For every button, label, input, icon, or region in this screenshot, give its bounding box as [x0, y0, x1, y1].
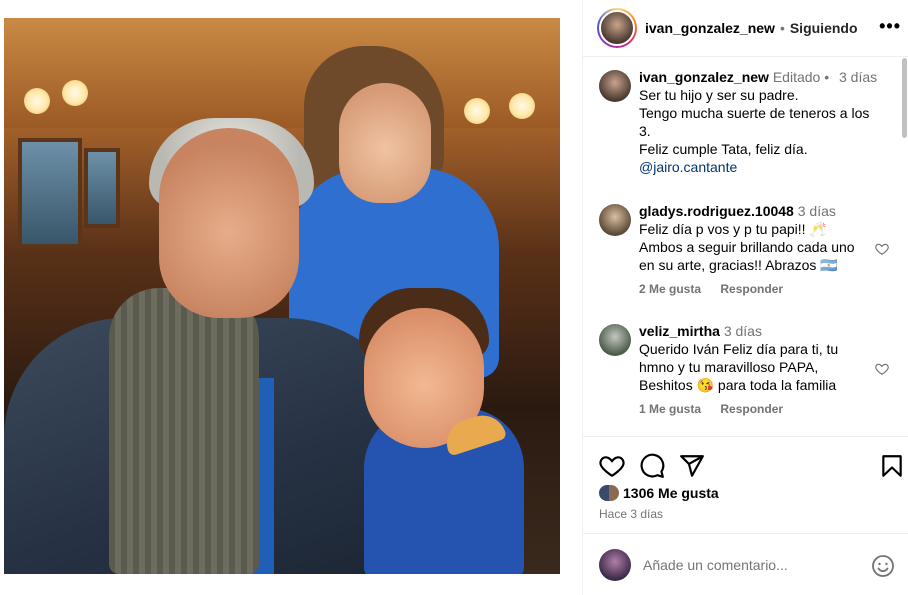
comment-item: gladys.rodriguez.10048 3 días Feliz día …: [599, 202, 899, 302]
comment-time: 3 días: [797, 203, 836, 219]
comment-text: gladys.rodriguez.10048 3 días Feliz día …: [639, 202, 891, 274]
edited-label: Editado: [772, 69, 821, 85]
add-comment-input[interactable]: [643, 557, 863, 573]
scrollbar-thumb[interactable]: [902, 58, 907, 138]
comment-line: Querido Iván Feliz día para ti, tu: [639, 341, 839, 357]
comment-line: en su arte, gracias!! Abrazos 🇦🇷: [639, 257, 838, 273]
photo-window: [84, 148, 120, 228]
current-user-avatar: [599, 549, 631, 581]
add-comment-bar: [583, 533, 908, 595]
like-heart-icon[interactable]: [599, 453, 625, 479]
post-date: Hace 3 días: [599, 507, 664, 521]
photo-figure: [339, 83, 431, 203]
comments-scrollbar[interactable]: [902, 58, 908, 436]
instagram-post-view: ivan_gonzalez_new • Siguiendo ••• ivan_g…: [0, 0, 908, 595]
author-avatar[interactable]: [597, 8, 637, 48]
comment-icon[interactable]: [639, 453, 665, 479]
photo-lamp: [24, 88, 50, 114]
comment-line: Feliz día p vos y p tu papi!! 🥂: [639, 221, 827, 237]
comment-item: veliz_mirtha 3 días Querido Iván Feliz d…: [599, 322, 899, 422]
caption-text: ivan_gonzalez_new Editado • 3 días Ser t…: [639, 68, 891, 176]
commenter-avatar[interactable]: [599, 324, 631, 356]
author-username[interactable]: ivan_gonzalez_new: [645, 20, 775, 36]
photo-figure: [109, 288, 259, 574]
comments-list: ivan_gonzalez_new Editado • 3 días Ser t…: [583, 58, 908, 436]
photo-lamp: [464, 98, 490, 124]
comment-like-count[interactable]: 2 Me gusta: [639, 282, 701, 296]
bookmark-icon[interactable]: [879, 453, 905, 479]
photo-window: [18, 138, 82, 248]
commenter-username[interactable]: gladys.rodriguez.10048: [639, 203, 794, 219]
emoji-icon[interactable]: [871, 554, 895, 578]
more-options-icon[interactable]: •••: [879, 16, 901, 37]
following-button[interactable]: Siguiendo: [790, 20, 858, 36]
post-photo[interactable]: [4, 18, 560, 574]
comment-text: veliz_mirtha 3 días Querido Iván Feliz d…: [639, 322, 891, 394]
commenter-avatar[interactable]: [599, 204, 631, 236]
comment-like-count[interactable]: 1 Me gusta: [639, 402, 701, 416]
photo-lamp: [509, 93, 535, 119]
caption-time: 3 días: [839, 69, 878, 85]
photo-figure: [159, 128, 299, 318]
post-sidebar: ivan_gonzalez_new • Siguiendo ••• ivan_g…: [582, 0, 908, 595]
comment-actions: 2 Me gusta Responder: [639, 282, 799, 296]
mention-link[interactable]: @jairo.cantante: [639, 159, 737, 175]
comment-line: Ambos a seguir brillando cada uno: [639, 239, 855, 255]
comment-like-heart-icon[interactable]: [875, 362, 889, 376]
header-separator: •: [779, 20, 785, 36]
reply-button[interactable]: Responder: [720, 282, 783, 296]
post-header: ivan_gonzalez_new • Siguiendo •••: [583, 0, 908, 57]
caption: ivan_gonzalez_new Editado • 3 días Ser t…: [599, 68, 899, 188]
comment-line: Beshitos 😘 para toda la familia: [639, 377, 837, 393]
photo-lamp: [62, 80, 88, 106]
comment-like-heart-icon[interactable]: [875, 242, 889, 256]
comment-line: hmno y tu maravilloso PAPA,: [639, 359, 819, 375]
caption-line: Ser tu hijo y ser su padre.: [639, 87, 799, 103]
caption-separator: •: [824, 69, 830, 85]
reply-button[interactable]: Responder: [720, 402, 783, 416]
caption-line: 3.: [639, 123, 651, 139]
caption-line: Feliz cumple Tata, feliz día.: [639, 141, 808, 157]
likes-summary[interactable]: 1306 Me gusta: [599, 485, 719, 501]
photo-pane: [0, 0, 582, 595]
caption-avatar[interactable]: [599, 70, 631, 102]
commenter-username[interactable]: veliz_mirtha: [639, 323, 720, 339]
post-actions: 1306 Me gusta Hace 3 días: [583, 436, 908, 595]
send-icon[interactable]: [679, 453, 705, 479]
caption-username[interactable]: ivan_gonzalez_new: [639, 69, 769, 85]
comment-actions: 1 Me gusta Responder: [639, 402, 799, 416]
comment-time: 3 días: [723, 323, 762, 339]
likes-count[interactable]: 1306 Me gusta: [623, 485, 719, 501]
caption-line: Tengo mucha suerte de teneros a los: [639, 105, 870, 121]
likers-avatars: [599, 485, 619, 501]
